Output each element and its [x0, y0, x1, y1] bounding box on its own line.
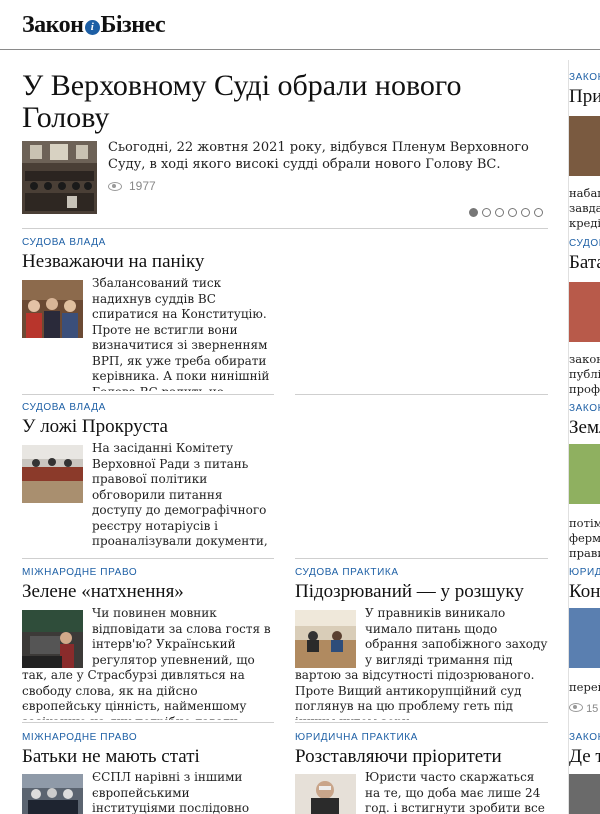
article-title[interactable]: У ложі Прокруста	[22, 416, 168, 438]
hero-lead: Сьогодні, 22 жовтня 2021 року, відбувся …	[108, 140, 529, 172]
right-image[interactable]	[569, 116, 600, 176]
right-text: профе	[569, 382, 600, 396]
right-title[interactable]: При	[569, 86, 600, 108]
right-image[interactable]	[569, 774, 600, 814]
right-text: прави	[569, 546, 600, 560]
article-category[interactable]: СУДОВА ВЛАДА	[22, 402, 106, 413]
right-text: публі	[569, 367, 600, 381]
hero-image[interactable]	[22, 141, 97, 214]
slider-dot[interactable]	[521, 208, 530, 217]
article-text: Чи повинен мовник відповідати за слова г…	[22, 606, 275, 720]
right-title[interactable]: Бата	[569, 252, 600, 274]
right-column: ЗАКОН При набаг завда креді СУДОВ Бата з…	[568, 60, 600, 814]
site-logo[interactable]: Закон і Бізнес	[22, 12, 166, 39]
right-category[interactable]: ЮРИДИ	[569, 567, 600, 578]
right-text: закон	[569, 352, 600, 366]
right-text: завда	[569, 201, 600, 215]
article-image[interactable]	[22, 774, 83, 814]
right-text: ферме	[569, 531, 600, 545]
slider-dot[interactable]	[534, 208, 543, 217]
right-title[interactable]: Де т	[569, 746, 600, 768]
right-category[interactable]: СУДОВ	[569, 238, 600, 249]
right-views-count: 15	[586, 703, 599, 715]
right-image[interactable]	[569, 444, 600, 504]
divider	[295, 722, 548, 723]
divider	[22, 558, 274, 559]
article-text: Юристи часто скаржаться на те, що доба м…	[365, 770, 545, 814]
right-category[interactable]: ЗАКОН	[569, 732, 600, 743]
right-text: креді	[569, 216, 600, 230]
slider-dots	[469, 208, 543, 217]
right-text: перей	[569, 680, 600, 694]
hero-views-count: 1977	[129, 179, 156, 193]
divider	[22, 228, 548, 229]
logo-right: Бізнес	[100, 12, 166, 38]
article-title[interactable]: Незважаючи на паніку	[22, 251, 204, 273]
article-text: У правників виникало чимало питань щодо …	[295, 606, 548, 720]
divider	[22, 394, 274, 395]
article-title[interactable]: Розставляючи пріоритети	[295, 746, 502, 768]
eye-icon	[108, 181, 122, 191]
article-text: Збалансований тиск надихнув суддів ВС сп…	[92, 276, 270, 391]
slider-dot[interactable]	[495, 208, 504, 217]
right-image[interactable]	[569, 282, 600, 342]
hero-views: 1977	[108, 179, 156, 193]
right-title[interactable]: Конь	[569, 581, 600, 603]
eye-icon	[569, 703, 583, 712]
right-views: 15	[569, 702, 598, 717]
article-title[interactable]: Зелене «натхнення»	[22, 581, 184, 603]
slider-dot[interactable]	[482, 208, 491, 217]
article-category[interactable]: СУДОВА ПРАКТИКА	[295, 567, 399, 578]
slider-dot[interactable]	[508, 208, 517, 217]
article-category[interactable]: СУДОВА ВЛАДА	[22, 237, 106, 248]
article-category[interactable]: МІЖНАРОДНЕ ПРАВО	[22, 732, 137, 743]
right-category[interactable]: ЗАКОН	[569, 403, 600, 414]
article-image[interactable]	[22, 280, 83, 338]
site-header: Закон і Бізнес	[0, 0, 600, 50]
article-text: ЄСПЛ нарівні з іншими європейськими інст…	[92, 770, 250, 814]
divider	[22, 722, 274, 723]
right-category[interactable]: ЗАКОН	[569, 72, 600, 83]
article-image[interactable]	[295, 774, 356, 814]
article-text: На засіданні Комітету Верховної Ради з п…	[92, 441, 268, 548]
right-title[interactable]: Земл	[569, 417, 600, 439]
article-category[interactable]: МІЖНАРОДНЕ ПРАВО	[22, 567, 137, 578]
right-image[interactable]	[569, 608, 600, 668]
right-text: набаг	[569, 186, 600, 200]
article-image[interactable]	[22, 445, 83, 503]
divider	[295, 394, 548, 395]
divider	[295, 558, 548, 559]
logo-mark: і	[84, 20, 100, 35]
slider-dot[interactable]	[469, 208, 478, 217]
hero-title[interactable]: У Верховному Суді обрали нового Голову	[22, 70, 522, 134]
article-title[interactable]: Підозрюваний — у розшуку	[295, 581, 524, 603]
article-category[interactable]: ЮРИДИЧНА ПРАКТИКА	[295, 732, 418, 743]
right-text: потім	[569, 516, 600, 530]
logo-left: Закон	[22, 12, 84, 38]
article-title[interactable]: Батьки не мають статі	[22, 746, 200, 768]
